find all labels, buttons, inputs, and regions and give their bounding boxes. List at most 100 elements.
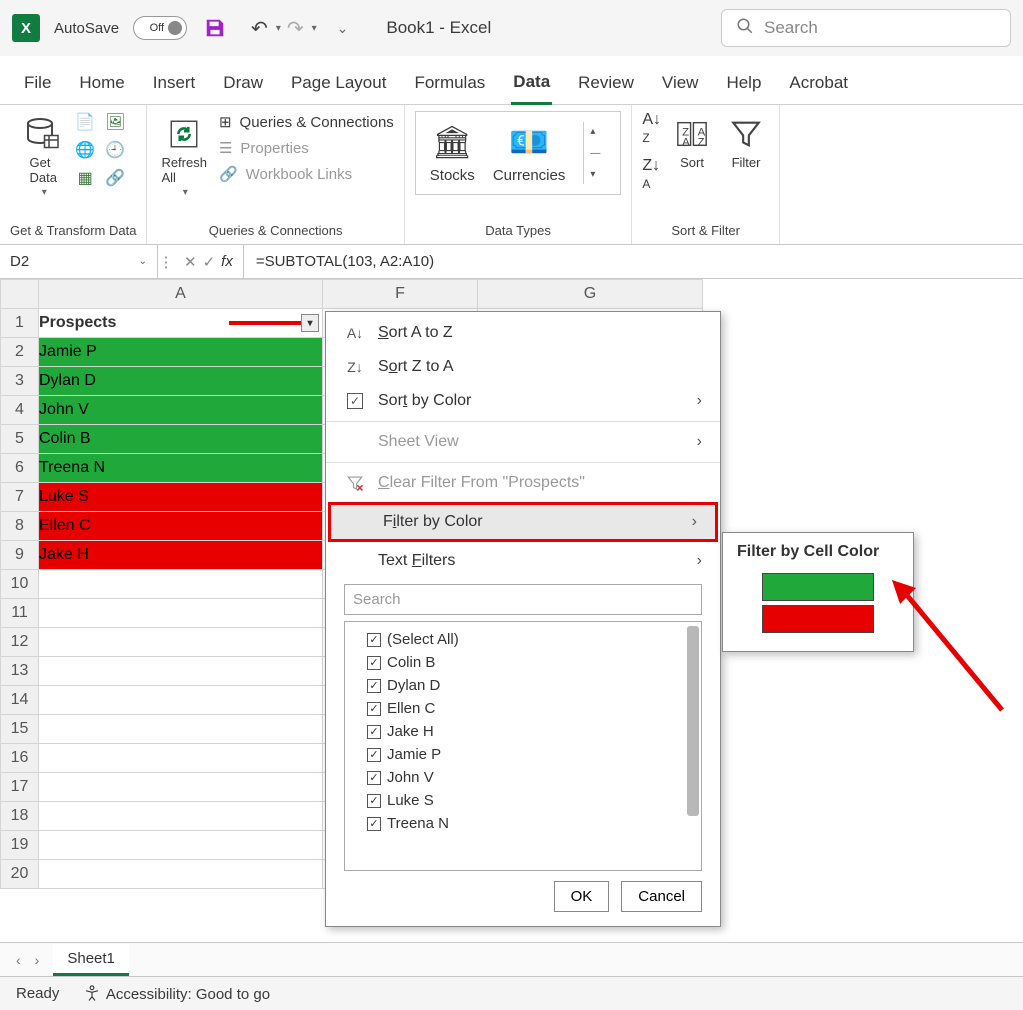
row-header[interactable]: 3 <box>1 367 39 396</box>
row-header[interactable]: 7 <box>1 483 39 512</box>
color-swatch-green[interactable] <box>762 573 874 601</box>
tab-view[interactable]: View <box>660 67 701 103</box>
filter-value-item[interactable]: ✓Jake H <box>367 720 695 743</box>
filter-button[interactable]: Filter <box>723 111 769 174</box>
tab-pagelayout[interactable]: Page Layout <box>289 67 388 103</box>
filter-dropdown-button[interactable]: ▾ <box>301 314 319 332</box>
cell[interactable]: Treena N <box>39 454 323 483</box>
cell[interactable] <box>39 570 323 599</box>
cell[interactable] <box>39 715 323 744</box>
filter-by-color[interactable]: Filter by Color › <box>331 505 715 539</box>
existing-conn-icon[interactable]: 🔗 <box>104 167 126 189</box>
sheet-tab[interactable]: Sheet1 <box>53 944 129 976</box>
text-filters[interactable]: Text Filters › <box>326 544 720 578</box>
from-picture-icon[interactable]: 🖼 <box>104 111 126 133</box>
sheet-nav-next[interactable]: › <box>35 952 40 968</box>
filter-search-input[interactable]: Search <box>344 584 702 615</box>
sort-asc-button[interactable]: A↓Z <box>642 111 661 147</box>
tab-draw[interactable]: Draw <box>221 67 265 103</box>
filter-value-item[interactable]: ✓Jamie P <box>367 743 695 766</box>
from-web-icon[interactable]: 🌐 <box>74 139 96 161</box>
col-header-a[interactable]: A <box>39 280 323 309</box>
cell[interactable]: Dylan D <box>39 367 323 396</box>
filter-value-item[interactable]: ✓Colin B <box>367 651 695 674</box>
cell[interactable]: Colin B <box>39 425 323 454</box>
workbook-links-button[interactable]: 🔗Workbook Links <box>219 165 394 183</box>
filter-value-item[interactable]: ✓John V <box>367 766 695 789</box>
col-header-g[interactable]: G <box>478 280 703 309</box>
filter-value-item[interactable]: ✓Ellen C <box>367 697 695 720</box>
row-header[interactable]: 16 <box>1 744 39 773</box>
undo-dropdown[interactable]: ▾ <box>276 23 281 34</box>
search-box[interactable]: Search <box>721 9 1011 47</box>
row-header[interactable]: 5 <box>1 425 39 454</box>
cell[interactable]: Ellen C <box>39 512 323 541</box>
sort-button[interactable]: ZAAZ Sort <box>669 111 715 174</box>
scrollbar[interactable] <box>687 626 699 816</box>
row-header[interactable]: 17 <box>1 773 39 802</box>
recent-sources-icon[interactable]: 🕘 <box>104 139 126 161</box>
ok-button[interactable]: OK <box>554 881 610 912</box>
tab-file[interactable]: File <box>22 67 53 103</box>
cancel-button[interactable]: Cancel <box>621 881 702 912</box>
undo-button[interactable]: ↶ <box>247 16 272 41</box>
cell[interactable] <box>39 802 323 831</box>
cell[interactable]: John V <box>39 396 323 425</box>
sort-z-a[interactable]: Z↓ Sort Z to A <box>326 350 720 384</box>
row-header[interactable]: 1 <box>1 309 39 338</box>
tab-help[interactable]: Help <box>724 67 763 103</box>
tab-insert[interactable]: Insert <box>151 67 198 103</box>
from-table-icon[interactable]: ▦ <box>74 167 96 189</box>
cell[interactable] <box>39 599 323 628</box>
redo-button[interactable]: ↷ <box>283 16 308 41</box>
tab-review[interactable]: Review <box>576 67 636 103</box>
from-text-icon[interactable]: 📄 <box>74 111 96 133</box>
accessibility-status[interactable]: Accessibility: Good to go <box>83 984 270 1004</box>
row-header[interactable]: 18 <box>1 802 39 831</box>
sort-desc-button[interactable]: Z↓A <box>642 157 661 193</box>
sort-a-z[interactable]: A↓ Sort A to Z <box>326 316 720 350</box>
sort-by-color[interactable]: ✓ Sort by Color › <box>326 384 720 418</box>
autosave-toggle[interactable]: Off <box>133 16 187 40</box>
cell[interactable] <box>39 628 323 657</box>
filter-value-item[interactable]: ✓(Select All) <box>367 628 695 651</box>
cell[interactable] <box>39 686 323 715</box>
row-header[interactable]: 8 <box>1 512 39 541</box>
cancel-formula-icon[interactable]: ✕ <box>184 253 197 271</box>
redo-dropdown[interactable]: ▾ <box>312 23 317 34</box>
row-header[interactable]: 2 <box>1 338 39 367</box>
dt-down[interactable]: ▾ <box>584 165 606 184</box>
properties-button[interactable]: ☰Properties <box>219 139 394 157</box>
tab-acrobat[interactable]: Acrobat <box>787 67 850 103</box>
cell[interactable] <box>39 657 323 686</box>
row-header[interactable]: 13 <box>1 657 39 686</box>
cell[interactable]: Luke S <box>39 483 323 512</box>
clear-filter[interactable]: Clear Filter From "Prospects" <box>326 466 720 500</box>
enter-formula-icon[interactable]: ✓ <box>203 253 216 271</box>
row-header[interactable]: 11 <box>1 599 39 628</box>
cell[interactable] <box>39 860 323 889</box>
cell[interactable] <box>39 773 323 802</box>
queries-connections-button[interactable]: ⊞Queries & Connections <box>219 113 394 131</box>
name-box[interactable]: D2⌄ <box>0 245 158 278</box>
filter-value-item[interactable]: ✓Treena N <box>367 812 695 835</box>
tab-data[interactable]: Data <box>511 66 552 105</box>
row-header[interactable]: 6 <box>1 454 39 483</box>
sheet-nav-prev[interactable]: ‹ <box>16 952 21 968</box>
row-header[interactable]: 15 <box>1 715 39 744</box>
color-swatch-red[interactable] <box>762 605 874 633</box>
row-header[interactable]: 19 <box>1 831 39 860</box>
formula-input[interactable]: =SUBTOTAL(103, A2:A10) <box>244 253 446 270</box>
name-box-expand[interactable]: ⋮ <box>158 253 174 271</box>
qat-customize[interactable]: ⌄ <box>337 20 349 37</box>
dt-up[interactable]: ▴ <box>584 122 606 141</box>
tab-home[interactable]: Home <box>77 67 126 103</box>
col-header-f[interactable]: F <box>323 280 478 309</box>
select-all-corner[interactable] <box>1 280 39 309</box>
refresh-all-button[interactable]: Refresh All ▾ <box>157 111 211 202</box>
stocks-button[interactable]: 🏛 Stocks <box>430 123 475 184</box>
filter-value-item[interactable]: ✓Luke S <box>367 789 695 812</box>
currencies-button[interactable]: 💶 Currencies <box>493 123 566 184</box>
row-header[interactable]: 14 <box>1 686 39 715</box>
filter-value-item[interactable]: ✓Dylan D <box>367 674 695 697</box>
